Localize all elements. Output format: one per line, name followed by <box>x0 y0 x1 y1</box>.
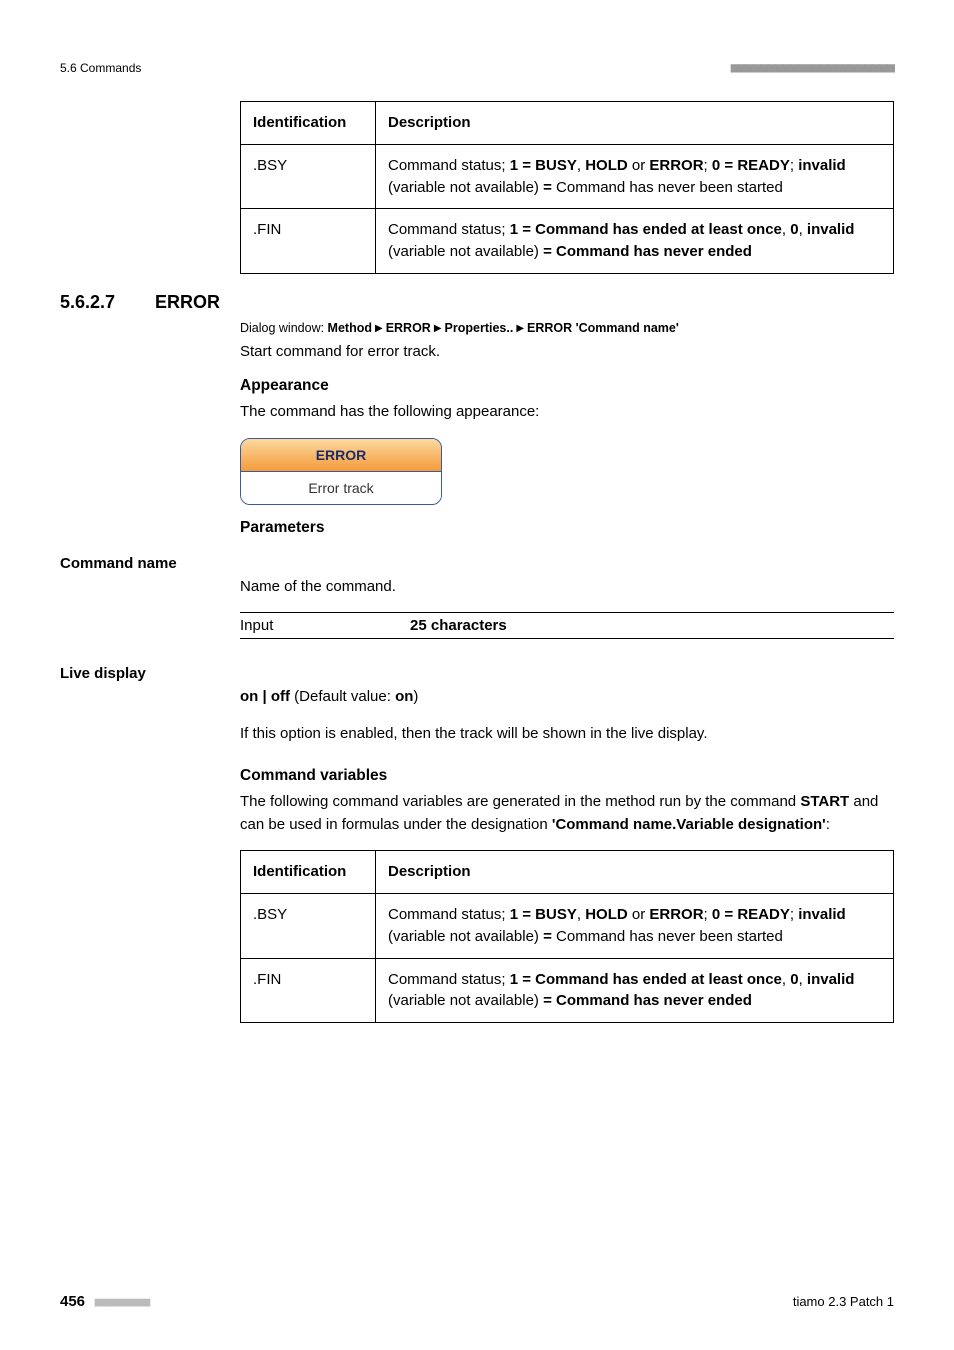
footer-ornament: ■■■■■■■■ <box>95 1295 150 1310</box>
input-value: 25 characters <box>400 617 894 634</box>
live-display-values: on | off (Default value: on) <box>240 686 894 709</box>
error-command-widget: ERROR Error track <box>240 438 442 505</box>
table-header-row: Identification Description <box>241 102 894 145</box>
command-variables-table-top: Identification Description .BSY Command … <box>240 101 894 274</box>
cell-desc: Command status; 1 = BUSY, HOLD or ERROR;… <box>376 144 894 209</box>
cell-id: .BSY <box>241 894 376 959</box>
parameters-heading: Parameters <box>240 519 894 537</box>
cell-desc: Command status; 1 = BUSY, HOLD or ERROR;… <box>376 894 894 959</box>
triangle-icon: ▶ <box>516 323 524 334</box>
footer-left: 456 ■■■■■■■■ <box>60 1293 149 1310</box>
col-header-desc: Description <box>376 851 894 894</box>
section-number: 5.6.2.7 <box>60 292 115 313</box>
header-ornament: ■■■■■■■■■■■■■■■■■■■■■■ <box>731 60 894 76</box>
section-title: ERROR <box>155 292 220 313</box>
page-number: 456 <box>60 1293 85 1310</box>
command-name-label: Command name <box>60 555 894 572</box>
cell-id: .FIN <box>241 958 376 1023</box>
live-display-text: If this option is enabled, then the trac… <box>240 723 894 746</box>
input-spec-row: Input 25 characters <box>240 612 894 639</box>
triangle-icon: ▶ <box>375 323 383 334</box>
table-row: .FIN Command status; 1 = Command has end… <box>241 209 894 274</box>
table-header-row: Identification Description <box>241 851 894 894</box>
cell-desc: Command status; 1 = Command has ended at… <box>376 209 894 274</box>
appearance-heading: Appearance <box>240 377 894 395</box>
cell-id: .BSY <box>241 144 376 209</box>
widget-title: ERROR <box>241 439 441 472</box>
table-row: .BSY Command status; 1 = BUSY, HOLD or E… <box>241 894 894 959</box>
triangle-icon: ▶ <box>434 323 442 334</box>
command-variables-heading: Command variables <box>240 767 894 785</box>
input-label: Input <box>240 617 400 634</box>
table-row: .BSY Command status; 1 = BUSY, HOLD or E… <box>241 144 894 209</box>
command-variables-table-bottom: Identification Description .BSY Command … <box>240 850 894 1023</box>
appearance-text: The command has the following appearance… <box>240 401 894 424</box>
command-variables-text: The following command variables are gene… <box>240 791 894 836</box>
widget-subtitle: Error track <box>241 472 441 504</box>
col-header-id: Identification <box>241 851 376 894</box>
col-header-id: Identification <box>241 102 376 145</box>
section-heading: 5.6.2.7 ERROR <box>60 292 894 313</box>
cell-desc: Command status; 1 = Command has ended at… <box>376 958 894 1023</box>
dialog-path: Dialog window: Method▶ERROR▶Properties..… <box>240 321 894 335</box>
command-name-text: Name of the command. <box>240 576 894 599</box>
col-header-desc: Description <box>376 102 894 145</box>
footer-right: tiamo 2.3 Patch 1 <box>793 1294 894 1309</box>
live-display-label: Live display <box>60 665 894 682</box>
cell-id: .FIN <box>241 209 376 274</box>
section-intro: Start command for error track. <box>240 341 894 364</box>
header-breadcrumb: 5.6 Commands <box>60 61 141 75</box>
table-row: .FIN Command status; 1 = Command has end… <box>241 958 894 1023</box>
